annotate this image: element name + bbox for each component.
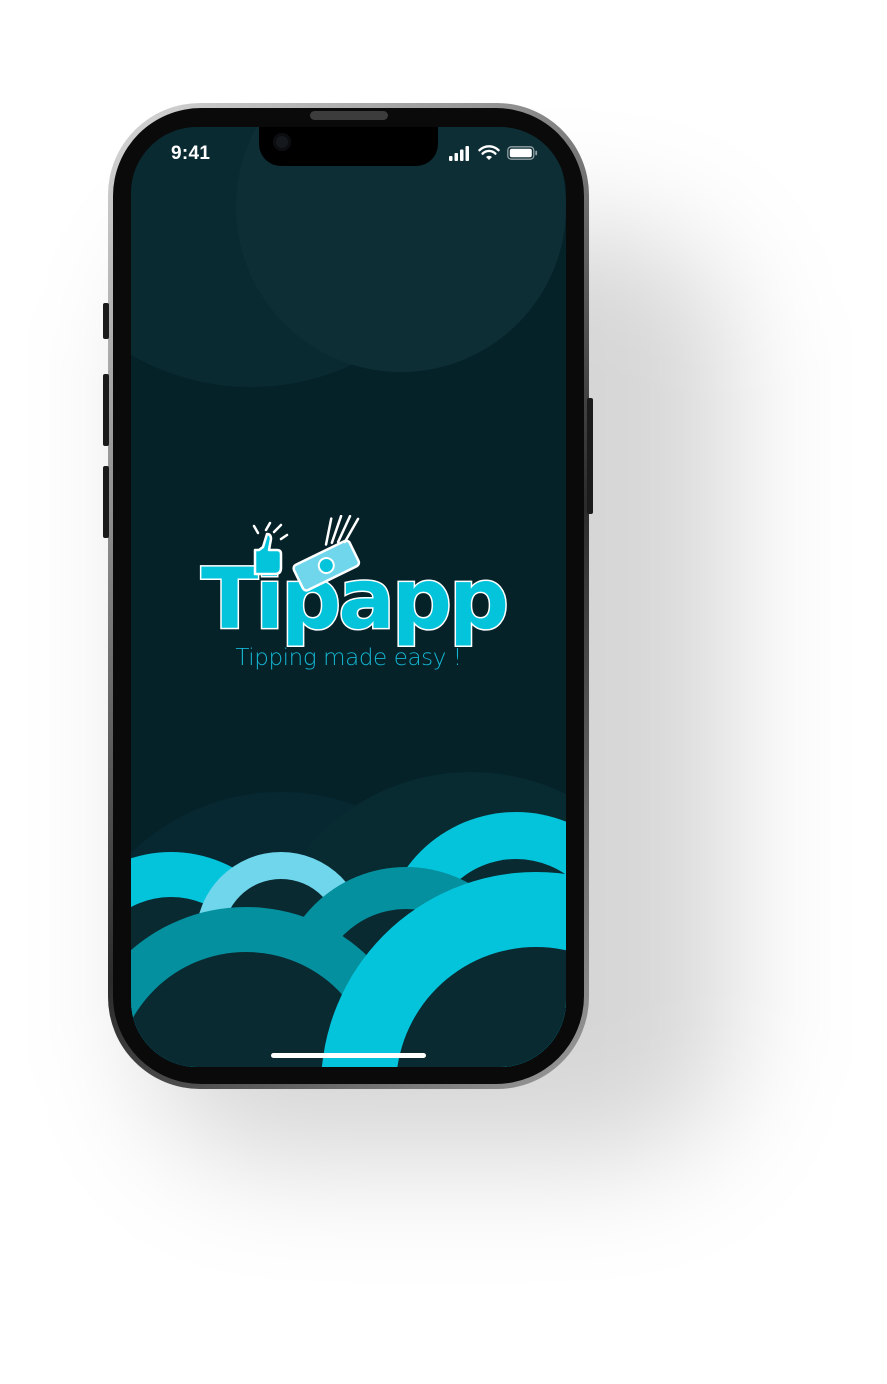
home-indicator[interactable] xyxy=(271,1053,426,1058)
earpiece-speaker xyxy=(310,111,388,120)
status-time: 9:41 xyxy=(171,143,211,164)
mute-switch xyxy=(103,303,109,339)
wifi-icon xyxy=(478,145,500,161)
app-tagline: Tipping made easy ! xyxy=(235,645,462,671)
front-camera xyxy=(273,133,291,151)
volume-down-button xyxy=(103,466,109,538)
battery-icon xyxy=(507,146,539,160)
volume-up-button xyxy=(103,374,109,446)
power-button xyxy=(587,398,593,514)
notch xyxy=(259,127,438,166)
thumbs-up-icon xyxy=(252,521,289,576)
app-screen[interactable]: 9:41 Tipapp Tipping made easy ! xyxy=(131,127,566,1067)
cellular-signal-icon xyxy=(449,145,471,161)
status-icons xyxy=(449,145,549,167)
